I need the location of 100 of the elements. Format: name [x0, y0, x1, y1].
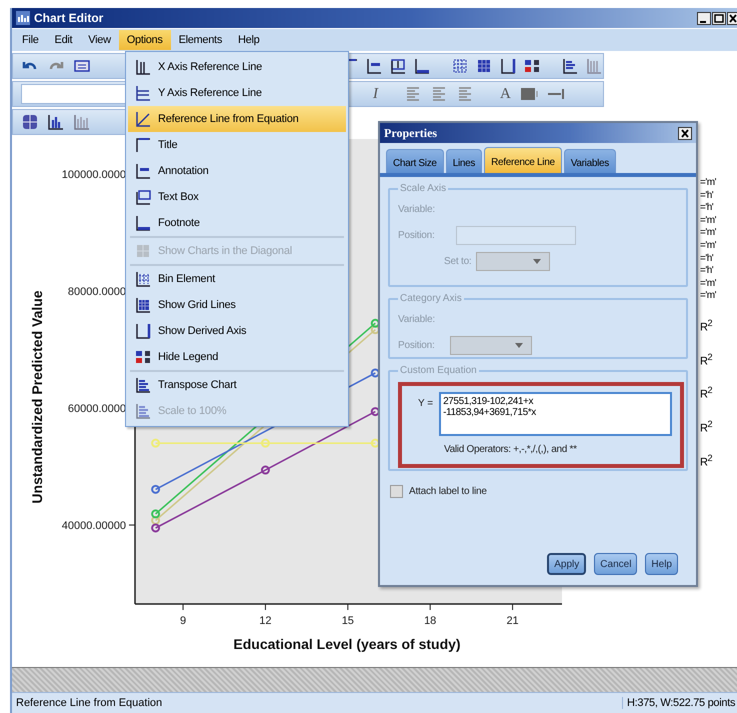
- operators-hint: Valid Operators: +,-,*,/,(,), and **: [444, 444, 578, 455]
- align-left-icon[interactable]: [404, 85, 422, 103]
- data-point: [151, 523, 160, 532]
- legend-label: ='m': [700, 227, 716, 240]
- legend-icon[interactable]: [523, 57, 541, 75]
- checkbox[interactable]: [390, 485, 403, 498]
- tick-mark: [347, 604, 348, 610]
- data-point: [370, 407, 380, 416]
- x-tick-label: 18: [424, 615, 436, 627]
- legend-label: ='m': [700, 240, 716, 253]
- x-tick-label: 15: [342, 615, 354, 627]
- window-title: Chart Editor: [34, 11, 104, 25]
- equation-field[interactable]: 27551,319-102,241+x -11853,94+3691,715*x: [439, 392, 672, 436]
- legend-label: ='m': [700, 177, 716, 190]
- field-label: Position:: [398, 230, 436, 240]
- caret-icon: [515, 342, 523, 348]
- group-title: Custom Equation: [399, 365, 478, 376]
- menu-item[interactable]: View: [80, 30, 119, 50]
- horizontal-line-icon: [134, 84, 152, 102]
- bars-icon: [134, 376, 152, 394]
- tick-mark: [430, 604, 431, 610]
- data-point: [370, 318, 380, 328]
- menu-item[interactable]: Hide Legend: [128, 344, 346, 370]
- menu-item[interactable]: Transpose Chart: [128, 372, 346, 398]
- menu-item[interactable]: Reference Line from Equation: [128, 106, 346, 132]
- menu-item[interactable]: Options: [118, 30, 171, 50]
- italic-button[interactable]: I: [371, 86, 380, 102]
- menu-item[interactable]: X Axis Reference Line: [128, 54, 346, 80]
- grid-square-icon: [134, 242, 152, 260]
- menu-item[interactable]: Show Grid Lines: [128, 292, 346, 318]
- tab[interactable]: Variables: [564, 149, 616, 173]
- text-box-icon: [134, 188, 152, 206]
- data-point: [260, 466, 270, 475]
- legend-label: R$^{2}$: [700, 418, 714, 437]
- dotted-grid-icon: [134, 270, 152, 288]
- menu-item[interactable]: Footnote: [128, 210, 346, 236]
- legend-label: R$^{2}$: [700, 316, 714, 336]
- menu-item[interactable]: Show Derived Axis: [128, 318, 346, 344]
- bars-icon[interactable]: [561, 57, 579, 75]
- y-axis-title: Unstandardized Predicted Value: [29, 290, 45, 504]
- data-point: [151, 509, 160, 518]
- legend-label: R$^{2}$: [700, 452, 714, 470]
- menu-item[interactable]: Text Box: [128, 184, 346, 210]
- legend-label: ='h': [700, 265, 714, 278]
- text-box-icon[interactable]: [389, 57, 407, 75]
- grid-lines-icon: [134, 296, 152, 314]
- annotation-icon: [134, 162, 152, 180]
- annotation-icon[interactable]: [365, 57, 383, 75]
- menu-item[interactable]: Title: [128, 132, 346, 158]
- data-point: [151, 484, 160, 494]
- legend-label: ='h': [700, 252, 714, 266]
- fill-color-icon[interactable]: [520, 85, 539, 103]
- menu-item[interactable]: Annotation: [128, 158, 346, 184]
- align-center-icon[interactable]: [430, 85, 448, 103]
- chart-type-icon[interactable]: [21, 113, 39, 131]
- legend-label: ='m': [700, 278, 716, 290]
- group-title: Scale Axis: [399, 183, 448, 194]
- data-point: [370, 438, 380, 448]
- x-tick-label: 9: [180, 615, 186, 627]
- data-point: [151, 516, 160, 525]
- y-tick-label: 40000.00000: [62, 520, 126, 532]
- tab[interactable]: Reference Line: [484, 147, 562, 173]
- menu-item[interactable]: File: [14, 30, 47, 50]
- footnote-icon[interactable]: [413, 57, 431, 75]
- legend-label: R$^{2}$: [700, 384, 714, 403]
- dialog-title: Properties: [384, 126, 438, 140]
- tab[interactable]: Lines: [446, 149, 482, 173]
- menu-item[interactable]: Help: [230, 30, 268, 50]
- y-tick-label: 80000.0000: [68, 286, 126, 298]
- menu-item[interactable]: Elements: [170, 30, 230, 50]
- close-icon[interactable]: [727, 12, 737, 24]
- position-field[interactable]: [456, 226, 576, 244]
- dialog-button[interactable]: Apply: [547, 553, 586, 575]
- x-tick-label: 21: [506, 615, 519, 627]
- x-tick-label: 12: [259, 615, 272, 627]
- align-right-icon[interactable]: [456, 85, 474, 103]
- close-icon[interactable]: [678, 126, 692, 140]
- text-color-button[interactable]: A: [498, 86, 513, 102]
- dialog-button[interactable]: Cancel: [594, 553, 638, 575]
- y-tick-label: 100000.0000: [62, 169, 126, 182]
- legend-label: ='h': [700, 202, 714, 215]
- axis-icon[interactable]: [499, 57, 517, 75]
- maximize-icon[interactable]: [712, 12, 726, 24]
- menu-item[interactable]: Y Axis Reference Line: [128, 80, 346, 106]
- legend-label: ='m': [700, 214, 716, 228]
- bars-icon: [134, 402, 152, 420]
- grid-lines-icon[interactable]: [475, 57, 493, 75]
- menu-item[interactable]: Edit: [46, 30, 80, 50]
- tab[interactable]: Chart Size: [386, 149, 444, 173]
- data-point: [370, 368, 380, 378]
- data-point: [151, 438, 160, 448]
- legend-label: R$^{2}$: [700, 350, 714, 370]
- dotted-grid-icon[interactable]: [451, 57, 469, 75]
- dialog-button[interactable]: Help: [645, 553, 678, 575]
- bracket-icon: [134, 136, 152, 154]
- legend-label: ='h': [700, 190, 714, 202]
- minimize-icon[interactable]: [697, 12, 711, 24]
- data-point: [370, 325, 380, 334]
- bar-chart-icon[interactable]: [47, 113, 65, 131]
- menu-item[interactable]: Bin Element: [128, 266, 346, 292]
